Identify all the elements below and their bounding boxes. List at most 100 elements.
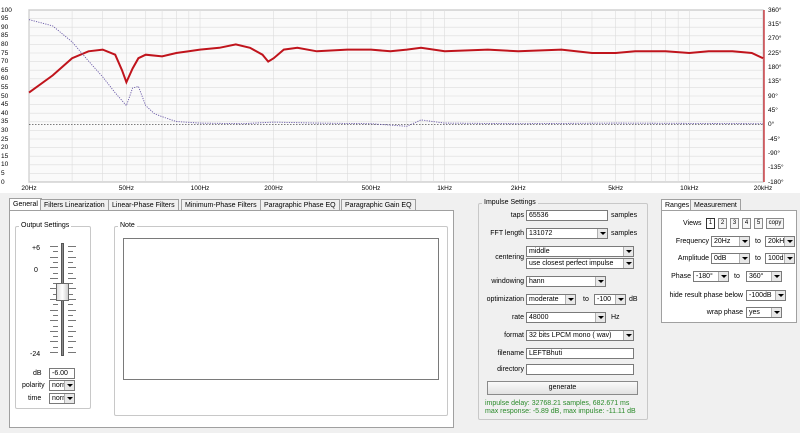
taps-label: taps — [510, 212, 524, 219]
slider-tick — [53, 346, 58, 348]
y-tick-label: 75 — [1, 49, 9, 57]
frequency-from-select[interactable]: 20Hz — [711, 236, 750, 247]
amplitude-from-select[interactable]: 0dB — [711, 253, 750, 264]
chevron-down-icon — [615, 295, 625, 304]
slider-tick — [68, 256, 76, 258]
slider-tick — [68, 272, 73, 274]
phase-tick-label: 45° — [768, 106, 778, 114]
phase-tick-label: 180° — [768, 63, 782, 71]
centering-select[interactable]: middle — [526, 246, 634, 257]
view-2-button[interactable]: 2 — [718, 218, 727, 229]
rate-unit: Hz — [611, 314, 620, 321]
frequency-to-select[interactable]: 20kHz — [765, 236, 795, 247]
optimization-value: moderate — [529, 296, 559, 303]
slider-tick — [68, 304, 73, 306]
filename-field[interactable]: LEFTBhuti — [526, 348, 634, 359]
rate-select[interactable]: 48000 — [526, 312, 606, 323]
db-label: dB — [33, 370, 42, 377]
x-tick-label: 100Hz — [190, 185, 210, 192]
y-tick-label: 50 — [1, 92, 9, 100]
windowing-value: hann — [529, 278, 545, 285]
y-tick-label: 65 — [1, 66, 9, 74]
y-tick-label: 45 — [1, 101, 9, 109]
phase-tick-label: -45° — [768, 135, 780, 143]
slider-tick — [53, 304, 58, 306]
wrap-phase-select[interactable]: yes — [746, 307, 782, 318]
taps-field[interactable]: 65536 — [526, 210, 608, 221]
chevron-down-icon — [775, 291, 785, 300]
directory-field[interactable] — [526, 364, 634, 375]
view-3-button[interactable]: 3 — [730, 218, 739, 229]
y-tick-label: 35 — [1, 118, 9, 126]
chevron-down-icon — [623, 247, 633, 256]
optimization-limit-select[interactable]: -100 — [594, 294, 626, 305]
slider-tick — [68, 325, 73, 327]
scale-top-label: +6 — [32, 245, 40, 252]
phase-tick-label: 225° — [768, 49, 782, 57]
phase-to-select[interactable]: 360° — [746, 271, 782, 282]
fft-length-select[interactable]: 131072 — [526, 228, 608, 239]
optimization-limit-value: -100 — [597, 296, 612, 303]
x-tick-label: 10kHz — [680, 185, 699, 192]
windowing-label: windowing — [491, 278, 524, 285]
note-textarea[interactable] — [123, 238, 439, 380]
polarity-select[interactable]: norm — [49, 380, 75, 391]
phase-from-select[interactable]: -180° — [693, 271, 729, 282]
slider-tick — [50, 267, 58, 269]
frequency-label: Frequency — [675, 238, 709, 245]
centering-mode-select[interactable]: use closest perfect impulse — [526, 258, 634, 269]
copy-view-button[interactable]: copy — [766, 218, 784, 229]
format-select[interactable]: 32 bits LPCM mono ( wav) — [526, 330, 634, 341]
chevron-down-icon — [64, 394, 74, 403]
view-1-button[interactable]: 1 — [706, 218, 715, 229]
output-gain-slider-thumb[interactable] — [56, 283, 69, 301]
amplitude-to-select[interactable]: 100dB — [765, 253, 795, 264]
chevron-down-icon — [739, 254, 749, 263]
view-5-button[interactable]: 5 — [754, 218, 763, 229]
response-plot[interactable]: 100 95 90 85 80 75 70 65 60 55 50 45 40 35 30 25 20 15 10 5… — [0, 0, 800, 193]
x-tick-label: 20kHz — [753, 185, 773, 192]
view-4-button[interactable]: 4 — [742, 218, 751, 229]
optimization-to-label: to — [583, 296, 589, 303]
directory-label: directory — [497, 366, 524, 373]
slider-tick — [50, 320, 58, 322]
phase-tick-label: 0° — [768, 121, 775, 129]
wrap-phase-value: yes — [749, 309, 760, 316]
slider-tick — [68, 314, 73, 316]
x-tick-label: 50Hz — [118, 185, 134, 192]
response-chart — [28, 9, 765, 183]
y-tick-label: 95 — [1, 15, 9, 23]
generate-button[interactable]: generate — [487, 381, 638, 395]
max-response-status: max response: -5.89 dB, max impulse: -11… — [485, 408, 636, 415]
phase-tick-label: 90° — [768, 92, 778, 100]
hide-phase-value: -100dB — [749, 292, 772, 299]
impulse-delay-status: impulse delay: 32768.21 samples, 682.671… — [485, 400, 630, 407]
x-tick-label: 20Hz — [21, 185, 37, 192]
optimization-label: optimization — [486, 296, 524, 303]
y-tick-label: 55 — [1, 83, 9, 91]
amplitude-from-value: 0dB — [714, 255, 727, 262]
hide-phase-select[interactable]: -100dB — [746, 290, 786, 301]
time-select[interactable]: norm — [49, 393, 75, 404]
rate-label: rate — [511, 314, 524, 321]
x-tick-label: 2kHz — [510, 185, 526, 192]
optimization-select[interactable]: moderate — [526, 294, 576, 305]
centering-label: centering — [495, 254, 524, 261]
slider-tick — [53, 325, 58, 327]
y-tick-label: 5 — [1, 169, 5, 177]
x-tick-label: 200Hz — [264, 185, 284, 192]
fft-length-unit: samples — [611, 230, 638, 237]
amplitude-to-label: to — [755, 255, 761, 262]
centering-value: middle — [529, 248, 550, 255]
output-db-field[interactable]: -6.00 — [49, 368, 75, 379]
chevron-down-icon — [595, 313, 605, 322]
chevron-down-icon — [771, 272, 781, 281]
centering-mode-value: use closest perfect impulse — [529, 260, 614, 267]
output-settings-title: Output Settings — [19, 222, 72, 230]
phase-tick-label: 135° — [768, 78, 782, 86]
filename-label: filename — [497, 350, 524, 357]
slider-tick — [50, 341, 58, 343]
windowing-select[interactable]: hann — [526, 276, 606, 287]
phase-tick-label: -90° — [768, 149, 780, 157]
slider-tick — [68, 299, 76, 300]
